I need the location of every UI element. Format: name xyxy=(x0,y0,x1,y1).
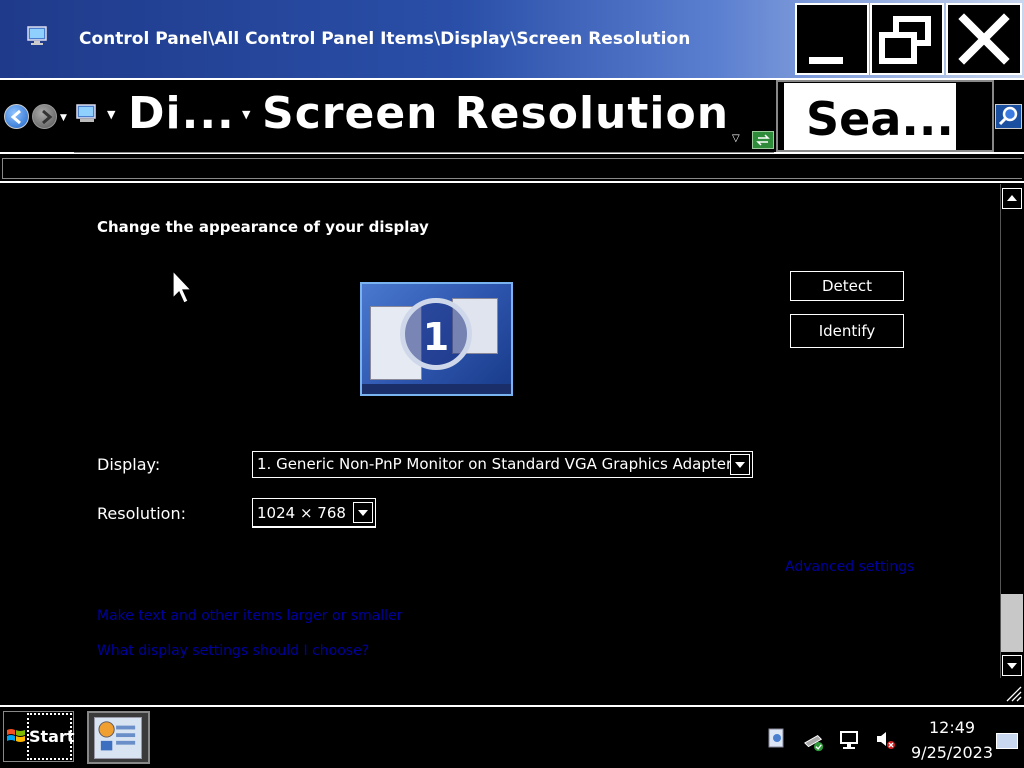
recent-pages-dropdown[interactable]: ▼ xyxy=(60,113,67,123)
close-button[interactable] xyxy=(946,3,1022,75)
resolution-select-value: 1024 × 768 xyxy=(257,504,346,522)
monitor-preview[interactable]: 1 xyxy=(360,282,513,396)
content-pane xyxy=(0,184,1000,704)
refresh-button[interactable] xyxy=(752,131,774,149)
menu-strip xyxy=(0,154,1024,183)
breadcrumb-display[interactable]: Di... xyxy=(128,88,235,139)
back-button[interactable] xyxy=(4,104,29,129)
resolution-select[interactable]: 1024 × 768 xyxy=(252,498,376,528)
show-desktop-button[interactable] xyxy=(996,733,1018,749)
control-panel-icon xyxy=(94,717,142,759)
page-heading: Change the appearance of your display xyxy=(97,218,429,236)
preview-taskbar xyxy=(362,384,511,394)
identify-button[interactable]: Identify xyxy=(790,314,904,348)
restore-icon xyxy=(879,16,931,64)
make-text-larger-link[interactable]: Make text and other items larger or smal… xyxy=(97,608,402,624)
clock-time[interactable]: 12:49 xyxy=(929,718,975,737)
control-panel-icon xyxy=(76,104,96,122)
clock-date[interactable]: 9/25/2023 xyxy=(911,743,993,762)
display-settings-help-link[interactable]: What display settings should I choose? xyxy=(97,643,369,659)
resolution-label: Resolution: xyxy=(97,504,186,523)
detect-button[interactable]: Detect xyxy=(790,271,904,301)
safely-remove-hardware-icon[interactable] xyxy=(803,731,825,753)
command-bar xyxy=(2,158,1022,179)
minimize-icon xyxy=(809,57,843,64)
action-center-icon[interactable] xyxy=(766,727,788,749)
display-select[interactable]: 1. Generic Non-PnP Monitor on Standard V… xyxy=(252,451,753,478)
mouse-cursor-icon xyxy=(172,270,193,304)
address-history-dropdown[interactable]: ▽ xyxy=(732,133,740,144)
restore-button[interactable] xyxy=(870,3,944,75)
advanced-settings-link[interactable]: Advanced settings xyxy=(785,559,914,575)
breadcrumb-root-dropdown[interactable]: ▼ xyxy=(107,108,115,121)
scroll-thumb[interactable] xyxy=(1001,594,1023,652)
scroll-down-button[interactable] xyxy=(1002,655,1022,676)
chevron-down-icon[interactable] xyxy=(730,454,750,475)
breadcrumb-display-dropdown[interactable]: ▼ xyxy=(242,108,250,121)
windows-logo-icon xyxy=(7,729,25,742)
display-label: Display: xyxy=(97,455,161,474)
display-icon xyxy=(27,26,47,45)
back-arrow-icon xyxy=(10,109,21,125)
search-button[interactable] xyxy=(995,104,1022,129)
breadcrumb-screen-resolution[interactable]: Screen Resolution xyxy=(262,88,729,139)
forward-button[interactable] xyxy=(32,104,57,129)
minimize-button[interactable] xyxy=(795,3,869,75)
refresh-icon xyxy=(756,134,770,146)
forward-arrow-icon xyxy=(42,109,53,125)
close-icon xyxy=(958,13,1010,65)
volume-muted-icon[interactable] xyxy=(874,728,896,750)
address-field-border xyxy=(74,152,774,153)
resize-grip-icon[interactable] xyxy=(1004,684,1022,702)
network-icon[interactable] xyxy=(839,729,861,751)
window-title: Control Panel\All Control Panel Items\Di… xyxy=(79,29,691,49)
start-label: Start xyxy=(29,727,75,746)
taskbar xyxy=(0,705,1024,768)
monitor-number-badge: 1 xyxy=(400,298,472,370)
chevron-down-icon[interactable] xyxy=(353,502,373,523)
monitor-number: 1 xyxy=(422,315,450,359)
search-placeholder: Sea... xyxy=(806,92,954,146)
display-select-value: 1. Generic Non-PnP Monitor on Standard V… xyxy=(257,455,733,473)
search-icon xyxy=(998,106,1018,126)
scroll-up-button[interactable] xyxy=(1002,188,1022,209)
status-area xyxy=(0,678,1024,704)
